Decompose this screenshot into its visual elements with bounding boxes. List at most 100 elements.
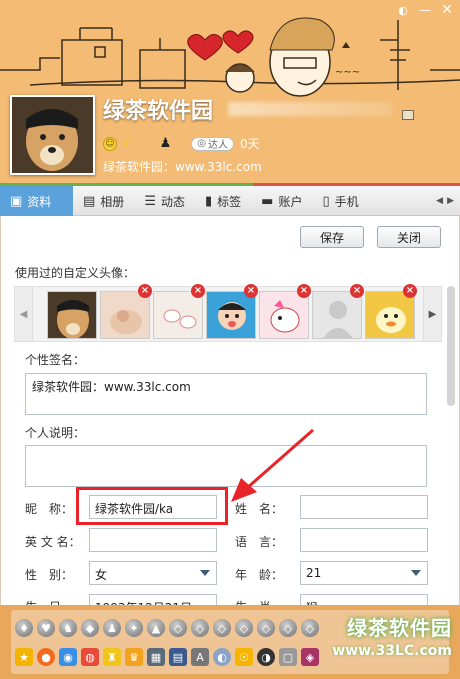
age-select[interactable]: 21 [300, 561, 428, 585]
tab-tags[interactable]: ▮ 标签 [195, 186, 251, 216]
remove-avatar-icon[interactable]: × [191, 284, 205, 298]
nickname-label: 昵 称： [25, 502, 74, 516]
service-icon[interactable]: ♜ [103, 648, 121, 666]
watermark-logo: 绿茶软件园 [347, 616, 452, 640]
used-avatars-strip: ◀ × × × × × × ▶ [14, 284, 442, 342]
avatar-thumb[interactable] [153, 291, 203, 339]
tab-account[interactable]: ▬ 账户 [251, 186, 312, 216]
service-icon[interactable]: ▲ [147, 619, 165, 637]
tab-label: 资料 [27, 194, 52, 209]
service-icon[interactable]: ◇ [213, 619, 231, 637]
tab-label: 标签 [217, 194, 242, 209]
service-icon[interactable]: ♦ [15, 619, 33, 637]
skin-icon[interactable]: ◐ [394, 2, 412, 18]
svg-text:~~~: ~~~ [335, 67, 360, 78]
close-button[interactable]: 关闭 [377, 226, 441, 248]
watermark: 绿茶软件园 www.33LC.com [332, 612, 452, 659]
star-icon[interactable]: ★ [15, 648, 33, 666]
save-button[interactable]: 保存 [300, 226, 364, 248]
daren-badge[interactable]: ◎ 达人 [191, 136, 234, 151]
remove-avatar-icon[interactable]: × [350, 284, 364, 298]
used-avatars-label: 使用过的自定义头像： [15, 266, 136, 280]
tab-feed[interactable]: ☰ 动态 [134, 186, 195, 216]
birthday-label: 生 日 [25, 598, 61, 605]
annotation-arrow [231, 428, 314, 502]
icon-row-2: ★ ● ◉ ◍ ♜ ♛ ▦ ▤ A ◐ ☉ ◑ ▢ ◈ [15, 648, 319, 666]
service-icon[interactable]: ● [37, 648, 55, 666]
tab-album[interactable]: ▤ 相册 [73, 186, 134, 216]
service-icon[interactable]: ◐ [213, 648, 231, 666]
bookmark-icon: ▮ [204, 193, 213, 209]
service-icon[interactable]: A [191, 648, 209, 666]
service-icon[interactable]: ◇ [191, 619, 209, 637]
tab-label: 手机 [334, 194, 359, 209]
service-icon[interactable]: ◇ [301, 619, 319, 637]
avatar-thumb[interactable] [206, 291, 256, 339]
watermark-url: www.33LC.com [332, 643, 452, 659]
language-label: 语 言： [235, 535, 284, 549]
scroll-thumb[interactable] [447, 286, 455, 406]
tab-label: 动态 [160, 194, 185, 209]
avatar-thumb[interactable] [47, 291, 97, 339]
service-icon[interactable]: ◇ [235, 619, 253, 637]
english-name-input[interactable] [89, 528, 217, 552]
daren-label: 达人 [207, 140, 228, 151]
zodiac-label: 生 肖 [235, 598, 271, 605]
service-icon[interactable]: ◇ [257, 619, 275, 637]
service-icon[interactable]: ◈ [301, 648, 319, 666]
chevron-right-icon[interactable]: ▶ [447, 196, 454, 206]
signature-field[interactable]: 绿茶软件园：www.33lc.com [25, 373, 427, 415]
active-days: 0天 [239, 137, 260, 151]
age-label: 年 龄： [235, 568, 284, 582]
tab-info[interactable]: ▣ 资料 [0, 186, 73, 216]
service-icon[interactable]: ☉ [235, 648, 253, 666]
service-icon[interactable]: ◍ [81, 648, 99, 666]
blurred-qq-number [228, 102, 393, 116]
service-icon[interactable]: ✦ [125, 619, 143, 637]
briefcase-icon: ▬ [261, 193, 274, 209]
service-icon[interactable]: ♞ [59, 619, 77, 637]
service-icon[interactable]: ▦ [147, 648, 165, 666]
profile-nickname: 绿茶软件园 [103, 99, 214, 124]
card-icon[interactable] [402, 110, 414, 120]
avatar-thumb[interactable] [365, 291, 415, 339]
chevron-left-icon[interactable]: ◀ [436, 196, 443, 206]
scrollbar[interactable] [446, 286, 456, 605]
close-icon[interactable]: ✕ [438, 2, 456, 18]
service-icon[interactable]: ♥ [37, 619, 55, 637]
service-icon[interactable]: ◑ [257, 648, 275, 666]
zodiac-select[interactable]: 猴 [300, 594, 428, 605]
service-icon[interactable]: ▤ [169, 648, 187, 666]
tab-phone[interactable]: ▯ 手机 [312, 186, 368, 216]
chevron-left-icon[interactable]: ◀ [15, 287, 33, 341]
service-icon[interactable]: ◉ [59, 648, 77, 666]
smiley-icon[interactable]: ☺ [103, 136, 117, 151]
avatar-thumb[interactable] [259, 291, 309, 339]
service-icon[interactable]: ▢ [279, 648, 297, 666]
birthday-select[interactable]: 1993年12月21日 [89, 594, 217, 605]
service-icon[interactable]: ♟ [103, 619, 121, 637]
penguin-icon[interactable]: ♟ [160, 136, 172, 151]
service-icon[interactable]: ◆ [81, 619, 99, 637]
chevron-right-icon[interactable]: ▶ [423, 287, 441, 341]
remove-avatar-icon[interactable]: × [244, 284, 258, 298]
photo-icon: ▤ [83, 193, 96, 209]
language-input[interactable] [300, 528, 428, 552]
highlight-annotation [76, 487, 228, 525]
remove-avatar-icon[interactable]: × [138, 284, 152, 298]
gender-select[interactable]: 女 [89, 561, 217, 585]
avatar-thumb[interactable] [100, 291, 150, 339]
remove-avatar-icon[interactable]: × [297, 284, 311, 298]
window-controls: ◐ — ✕ [394, 2, 456, 18]
avatar-thumb[interactable] [312, 291, 362, 339]
moon-icon[interactable]: ☾ [123, 136, 136, 152]
avatar[interactable] [10, 95, 95, 175]
service-icon[interactable]: ◇ [279, 619, 297, 637]
service-icon[interactable]: ♛ [125, 648, 143, 666]
phone-icon: ▯ [322, 193, 330, 209]
remove-avatar-icon[interactable]: × [403, 284, 417, 298]
service-icon[interactable]: ◇ [169, 619, 187, 637]
minimize-icon[interactable]: — [416, 2, 434, 18]
profile-header: ~~~ ◐ — ✕ 绿茶软件园 ☺ ☾ ♟ ◎ 达人 0天 绿茶软件园：www.… [0, 0, 460, 183]
status-row: ☺ ☾ ♟ ◎ 达人 0天 [103, 135, 260, 152]
